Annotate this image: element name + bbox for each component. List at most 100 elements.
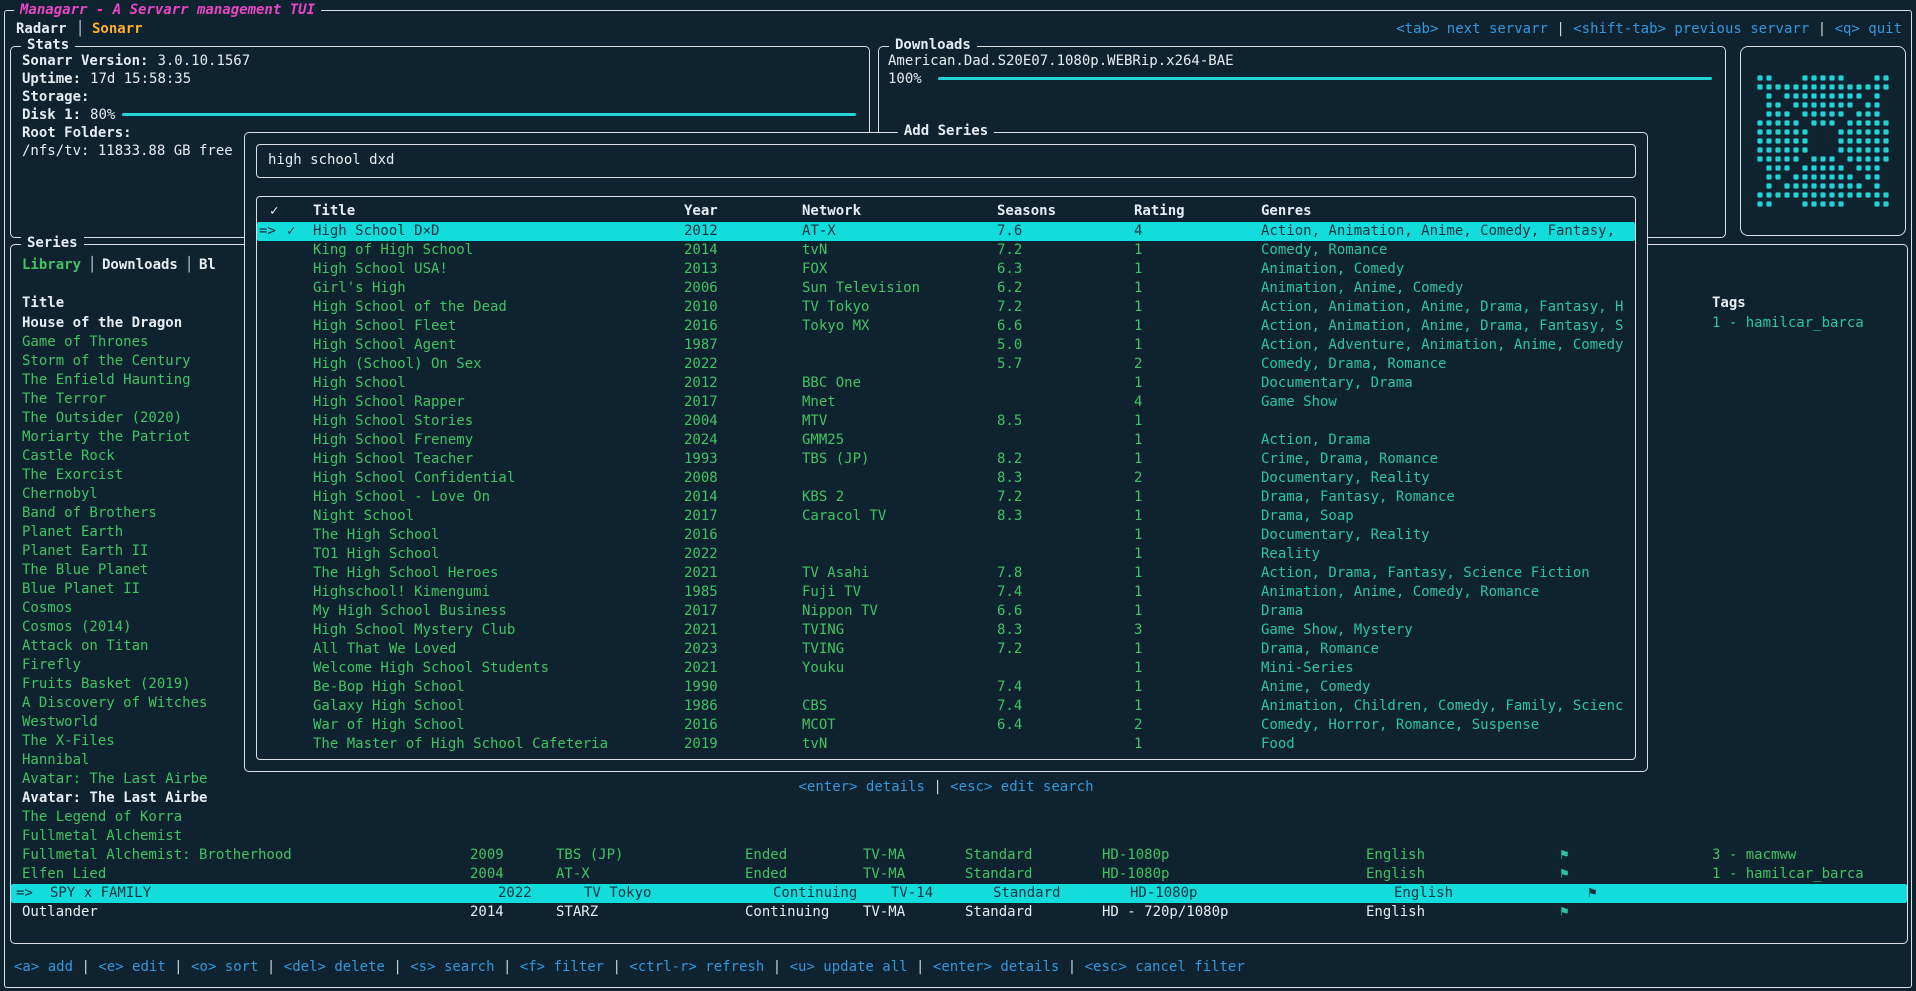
series-series_type-cell: Standard [965,865,1032,884]
result-genres-cell: Documentary, Drama [1261,374,1413,393]
series-certification-cell: TV-MA [863,903,905,922]
result-row[interactable]: High (School) On Sex20225.72Comedy, Dram… [257,355,1635,374]
result-year-cell: 1985 [684,583,718,602]
series-title-cell: Avatar: The Last Airbe [22,770,207,789]
result-row[interactable]: All That We Loved2023TVING7.21Drama, Rom… [257,640,1635,659]
result-year-cell: 1993 [684,450,718,469]
disk-usage-bar [122,113,856,116]
disk-line: Disk 1:80% [22,106,115,125]
hint-separator: | [764,959,789,975]
result-network-cell: CBS [802,697,827,716]
series-tags-cell: 1 - hamilcar_barca [1712,865,1864,884]
result-genres-cell: Comedy, Horror, Romance, Suspense [1261,716,1539,735]
result-row[interactable]: Welcome High School Students2021Youku1Mi… [257,659,1635,678]
result-network-cell: KBS 2 [802,488,844,507]
result-genres-cell: Action, Drama, Fantasy, Science Fiction [1261,564,1590,583]
result-row[interactable]: Girl's High2006Sun Television6.21Animati… [257,279,1635,298]
result-row[interactable]: TO1 High School20221Reality [257,545,1635,564]
tab-library[interactable]: Library [22,256,81,275]
series-title-cell: Avatar: The Last Airbe [22,789,207,808]
result-genres-cell: Action, Animation, Anime, Drama, Fantasy… [1261,317,1623,336]
series-row[interactable]: =>SPY x FAMILY2022TV TokyoContinuingTV-1… [11,884,1907,903]
result-genres-cell: Animation, Anime, Comedy, Romance [1261,583,1539,602]
result-row[interactable]: High School Confidential20088.32Document… [257,469,1635,488]
series-row[interactable]: Outlander2014STARZContinuingTV-MAStandar… [11,903,1907,922]
uptime-value: 17d 15:58:35 [90,71,191,87]
hint-separator: | [73,959,98,975]
tab-sonarr[interactable]: Sonarr [92,20,143,39]
result-header-row: ✓TitleYearNetworkSeasonsRatingGenres [257,202,1635,221]
result-row[interactable]: High School Teacher1993TBS (JP)8.21Crime… [257,450,1635,469]
result-year-cell: 2012 [684,374,718,393]
result-row[interactable]: High School Mystery Club2021TVING8.33Gam… [257,621,1635,640]
result-genres-cell: Crime, Drama, Romance [1261,450,1438,469]
result-network-cell: TVING [802,621,844,640]
result-row[interactable]: War of High School2016MCOT6.42Comedy, Ho… [257,716,1635,735]
uptime-label: Uptime: [22,71,81,87]
tab-radarr[interactable]: Radarr [16,20,67,39]
result-seasons-cell: 8.3 [997,621,1022,640]
result-row[interactable]: Be-Bop High School19907.41Anime, Comedy [257,678,1635,697]
result-row[interactable]: High School Fleet2016Tokyo MX6.61Action,… [257,317,1635,336]
series-title-cell: Castle Rock [22,447,115,466]
result-seasons-cell: 6.6 [997,602,1022,621]
result-row[interactable]: High School Frenemy2024GMM251Action, Dra… [257,431,1635,450]
series-tags-column-header: Tags [1712,294,1746,313]
result-row[interactable]: High School Agent19875.01Action, Adventu… [257,336,1635,355]
series-row[interactable]: Fullmetal Alchemist [11,827,1907,846]
tab-blocklist[interactable]: Bl [199,256,216,275]
result-row[interactable]: High School - Love On2014KBS 27.21Drama,… [257,488,1635,507]
result-row[interactable]: The High School20161Documentary, Reality [257,526,1635,545]
hint-separator: | [1548,21,1573,37]
series-row[interactable]: The Legend of Korra [11,808,1907,827]
result-row[interactable]: King of High School2014tvN7.21Comedy, Ro… [257,241,1635,260]
result-row[interactable]: The Master of High School Cafeteria2019t… [257,735,1635,754]
tab-downloads[interactable]: Downloads [102,256,178,275]
result-title-cell: High School [313,374,406,393]
result-title-cell: Galaxy High School [313,697,465,716]
series-row[interactable]: Elfen Lied2004AT-XEndedTV-MAStandardHD-1… [11,865,1907,884]
series-row[interactable]: Fullmetal Alchemist: Brotherhood2009TBS … [11,846,1907,865]
result-column-header: Network [802,202,861,221]
result-row[interactable]: High School of the Dead2010TV Tokyo7.21A… [257,298,1635,317]
disk-percent: 80% [90,107,115,123]
result-row[interactable]: High School Rapper2017Mnet4Game Show [257,393,1635,412]
result-row[interactable]: High School Stories2004MTV8.51 [257,412,1635,431]
result-rating-cell: 1 [1134,317,1142,336]
result-year-cell: 2016 [684,526,718,545]
series-tags-cell: 1 - hamilcar_barca [1712,314,1864,333]
result-genres-cell: Documentary, Reality [1261,469,1430,488]
hint-separator: | [1059,959,1084,975]
result-row[interactable]: High School USA!2013FOX6.31Animation, Co… [257,260,1635,279]
result-row[interactable]: The High School Heroes2021TV Asahi7.81Ac… [257,564,1635,583]
search-input[interactable] [256,144,1636,178]
result-row[interactable]: Night School2017Caracol TV8.31Drama, Soa… [257,507,1635,526]
result-seasons-cell: 7.2 [997,241,1022,260]
result-column-header: Rating [1134,202,1185,221]
result-row[interactable]: High School2012BBC One1Documentary, Dram… [257,374,1635,393]
result-row[interactable]: Galaxy High School1986CBS7.41Animation, … [257,697,1635,716]
result-rating-cell: 1 [1134,659,1142,678]
result-rating-cell: 2 [1134,469,1142,488]
result-network-cell: GMM25 [802,431,844,450]
result-row[interactable]: My High School Business2017Nippon TV6.61… [257,602,1635,621]
series-status-cell: Ended [745,865,787,884]
result-genres-cell: Comedy, Drama, Romance [1261,355,1446,374]
hint-item: <e> edit [98,959,165,975]
hint-separator: | [258,959,283,975]
result-title-cell: High School Rapper [313,393,465,412]
result-rating-cell: 1 [1134,564,1142,583]
result-row[interactable]: Highschool! Kimengumi1985Fuji TV7.41Anim… [257,583,1635,602]
result-seasons-cell: 8.5 [997,412,1022,431]
result-rating-cell: 1 [1134,678,1142,697]
result-title-cell: High School Fleet [313,317,456,336]
series-title-cell: Storm of the Century [22,352,191,371]
hint-separator: | [604,959,629,975]
tag-icon: ⚑ [1588,884,1596,903]
selection-marker-icon: => [259,222,276,241]
result-network-cell: Sun Television [802,279,920,298]
tag-icon: ⚑ [1560,903,1568,922]
result-seasons-cell: 8.2 [997,450,1022,469]
result-rating-cell: 2 [1134,716,1142,735]
result-row[interactable]: =>✓High School D×D2012AT-X7.64Action, An… [257,222,1635,241]
